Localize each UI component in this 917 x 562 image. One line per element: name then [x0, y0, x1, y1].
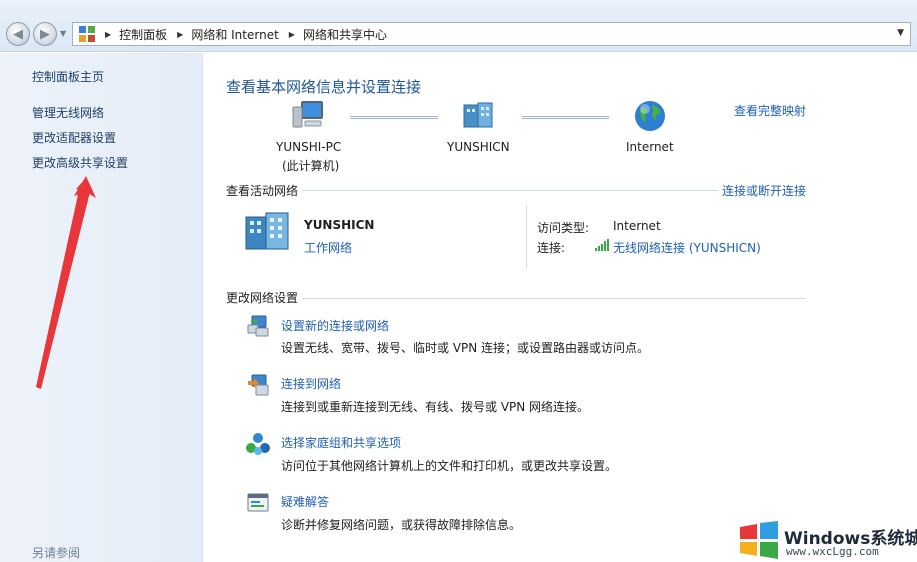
connect-to-network-link[interactable]: 连接到网络	[281, 375, 341, 392]
work-network-icon	[245, 212, 289, 250]
wireless-signal-icon	[595, 239, 609, 251]
breadcrumb-control-panel[interactable]: 控制面板	[119, 26, 167, 43]
homegroup-sharing-icon[interactable]	[246, 432, 270, 456]
access-type-value: Internet	[613, 219, 661, 233]
active-network-name: YUNSHICN	[304, 218, 375, 232]
connect-to-network-desc: 连接到或重新连接到无线、有线、拨号或 VPN 网络连接。	[281, 400, 590, 414]
red-arrow-annotation	[36, 176, 96, 389]
homegroup-sharing-link[interactable]: 选择家庭组和共享选项	[281, 434, 401, 451]
troubleshoot-desc: 诊断并修复网络问题，或获得故障排除信息。	[281, 518, 522, 532]
internet-globe-icon[interactable]	[633, 99, 667, 133]
connect-disconnect-link[interactable]: 连接或断开连接	[722, 182, 806, 199]
computer-icon[interactable]	[291, 99, 325, 131]
watermark-url: www.wxcLgg.com	[786, 545, 879, 558]
address-bar[interactable]: ▶ 控制面板 ▶ 网络和 Internet ▶ 网络和共享中心 ▼	[72, 22, 911, 46]
connection-line	[522, 116, 609, 119]
windows-logo-icon	[740, 521, 778, 559]
change-settings-heading: 更改网络设置	[226, 291, 299, 305]
network-name-label: YUNSHICN	[447, 140, 510, 154]
homegroup-sharing-desc: 访问位于其他网络计算机上的文件和打印机，或更改共享设置。	[281, 459, 618, 473]
network-icon[interactable]	[462, 101, 496, 131]
computer-name-label: YUNSHI-PC	[276, 140, 342, 154]
active-networks-heading: 查看活动网络	[226, 184, 299, 198]
section-divider	[302, 298, 806, 299]
main-content: 查看基本网络信息并设置连接 查看完整映射 YUNSHI-PC (此计算机) YU…	[204, 53, 917, 562]
internet-label: Internet	[626, 140, 674, 154]
setup-connection-desc: 设置无线、宽带、拨号、临时或 VPN 连接；或设置路由器或访问点。	[281, 341, 650, 355]
connection-line	[350, 116, 438, 119]
navigation-bar: ◀ ▶ ▼ ▶ 控制面板 ▶ 网络和 Internet ▶ 网络和共享中心 ▼	[0, 0, 917, 52]
breadcrumb-separator-icon[interactable]: ▶	[289, 30, 295, 39]
section-divider	[302, 190, 718, 191]
troubleshoot-icon[interactable]	[246, 491, 270, 515]
address-dropdown-icon[interactable]: ▼	[897, 28, 904, 38]
wireless-connection-link[interactable]: 无线网络连接 (YUNSHICN)	[613, 239, 761, 256]
view-full-map-link[interactable]: 查看完整映射	[734, 102, 806, 119]
site-watermark: Windows系统城 www.wxcLgg.com	[736, 519, 917, 561]
see-also-heading: 另请参阅	[32, 546, 81, 560]
breadcrumb-separator-icon[interactable]: ▶	[177, 30, 183, 39]
setup-connection-icon[interactable]	[246, 314, 270, 338]
breadcrumb-network-sharing-center[interactable]: 网络和共享中心	[303, 26, 387, 43]
connect-to-network-icon[interactable]	[246, 373, 270, 397]
network-type-link[interactable]: 工作网络	[304, 239, 352, 256]
connection-label: 连接:	[537, 241, 566, 255]
vertical-divider	[526, 205, 527, 269]
troubleshoot-link[interactable]: 疑难解答	[281, 493, 329, 510]
page-title: 查看基本网络信息并设置连接	[226, 78, 422, 96]
setup-connection-link[interactable]: 设置新的连接或网络	[281, 317, 389, 334]
breadcrumb-network-internet[interactable]: 网络和 Internet	[191, 26, 278, 43]
access-type-label: 访问类型:	[537, 221, 590, 235]
computer-sub-label: (此计算机)	[282, 159, 340, 173]
